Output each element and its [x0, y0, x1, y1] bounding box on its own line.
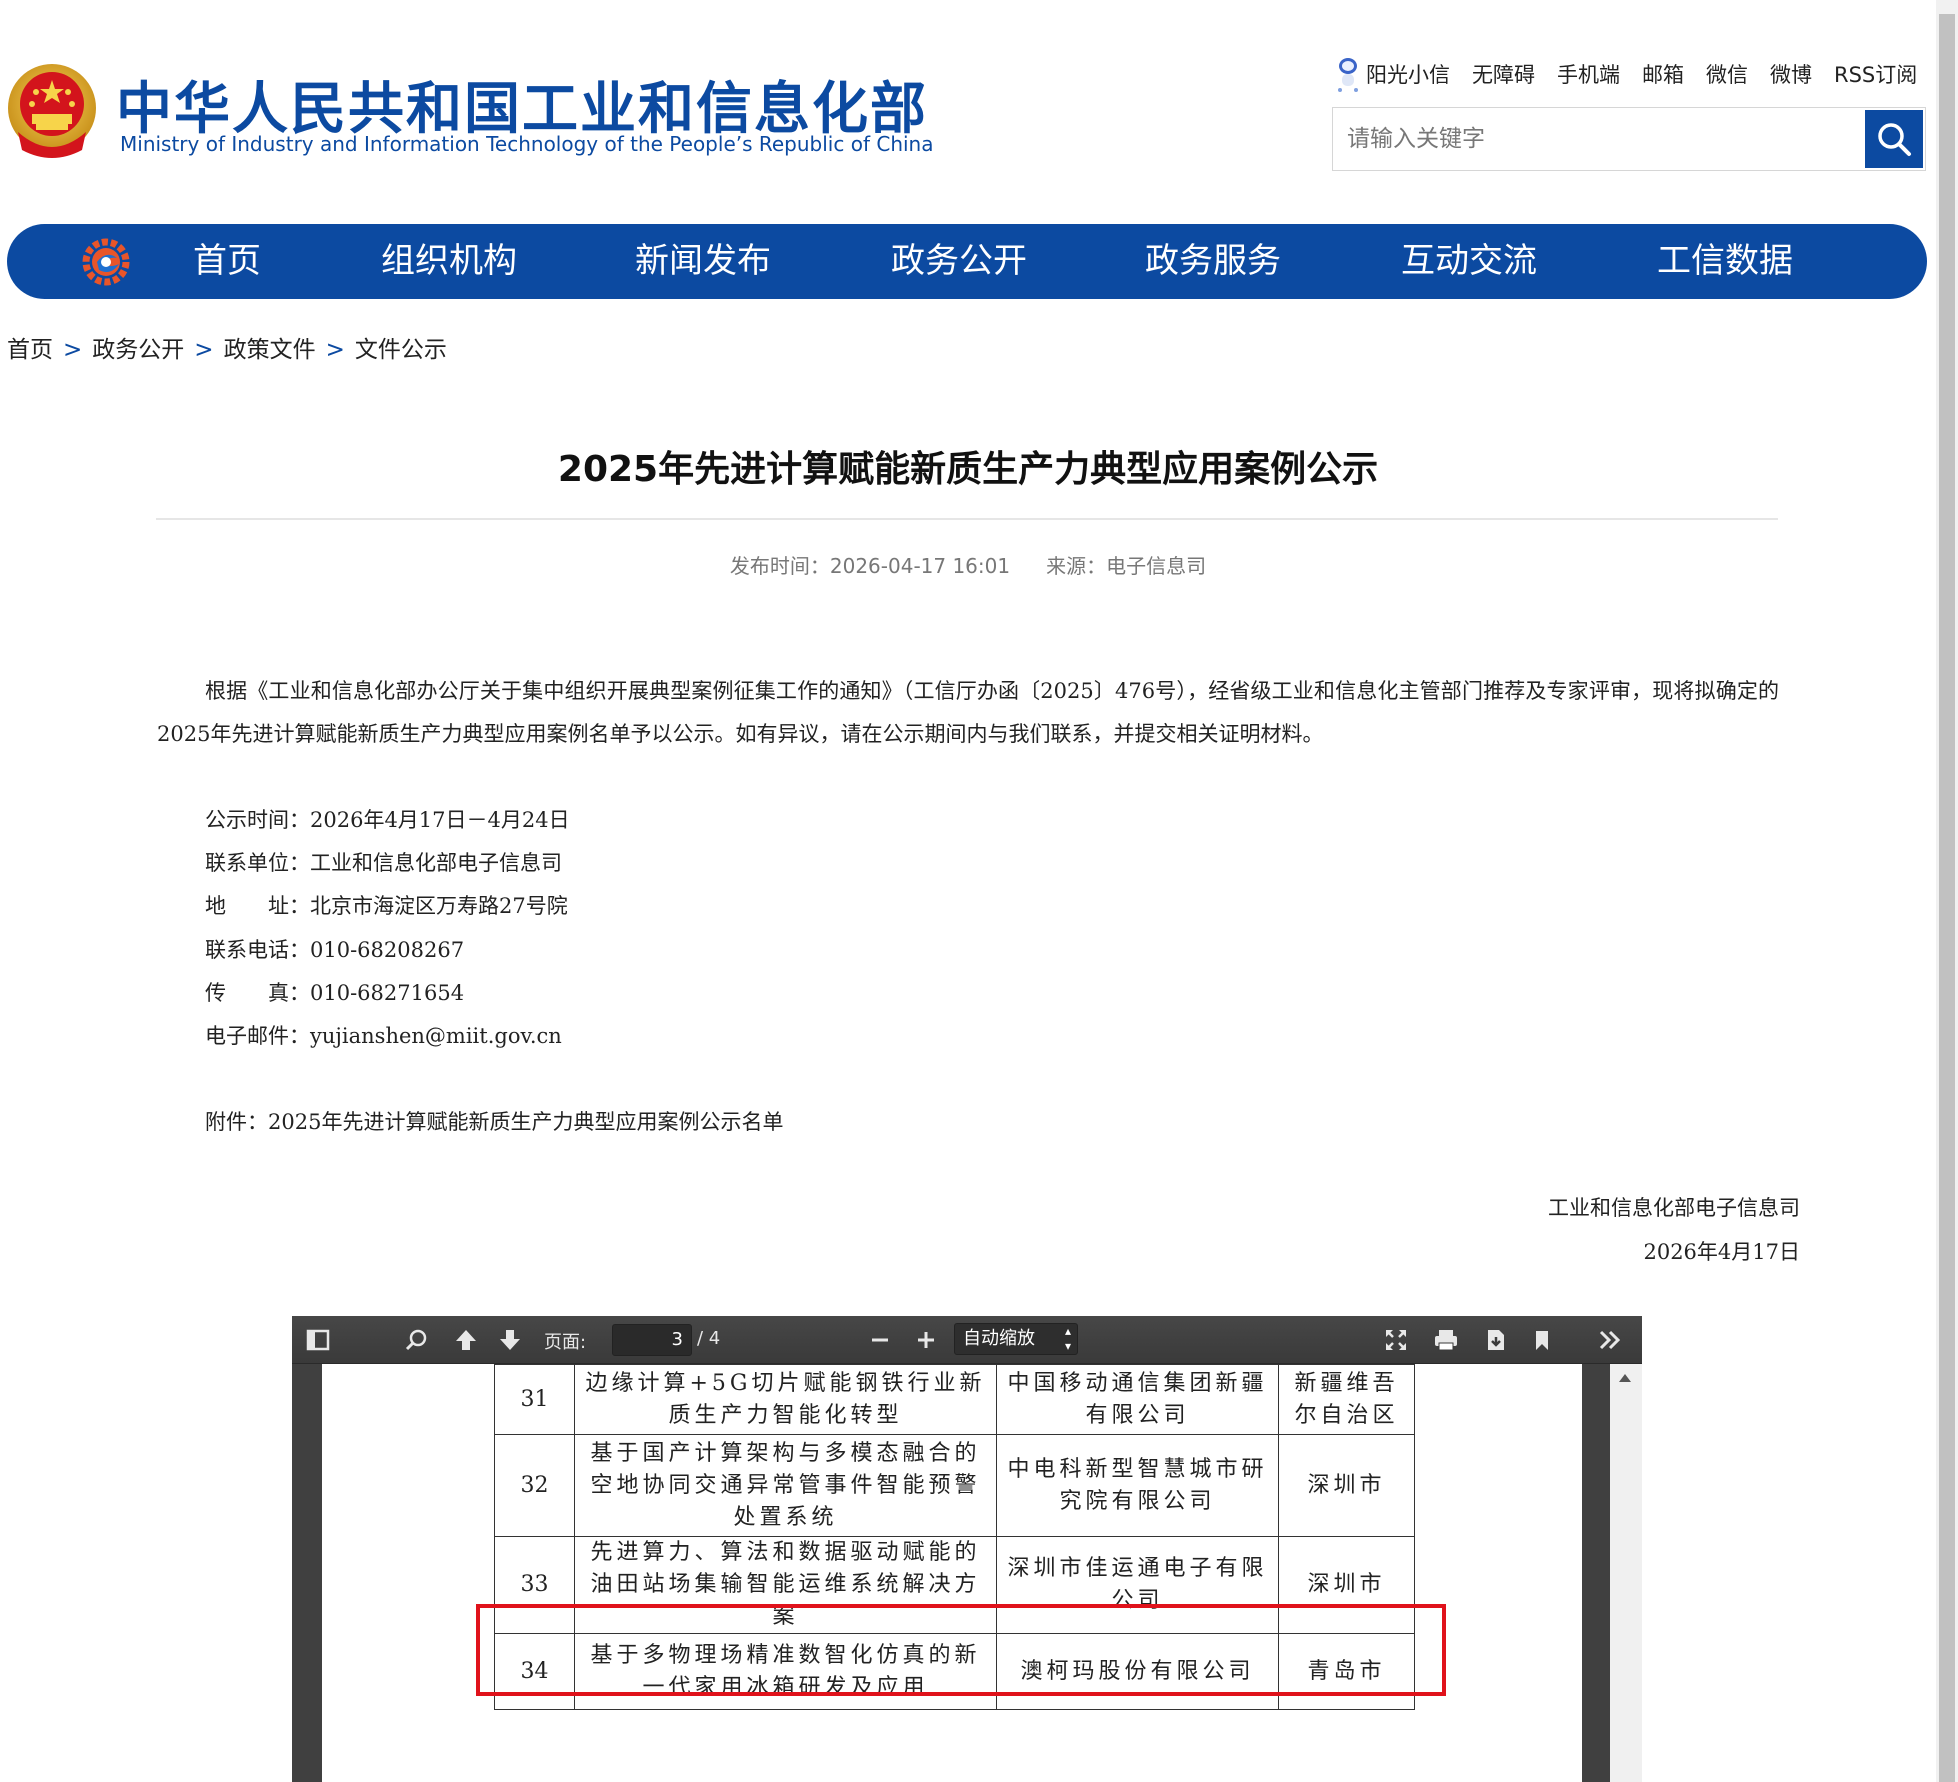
robot-assistant-icon: [1338, 58, 1358, 92]
publish-time: 发布时间：2026-04-17 16:01: [729, 554, 1011, 578]
miit-gear-logo-icon[interactable]: [81, 238, 131, 286]
case-name: 边缘计算+5G切片赋能钢铁行业新质生产力智能化转型: [574, 1364, 997, 1435]
breadcrumb-government-affairs[interactable]: 政务公开: [92, 337, 184, 363]
zoom-value: 自动缩放: [963, 1328, 1035, 1349]
page-scrollbar-thumb[interactable]: [1939, 14, 1955, 1782]
fullscreen-icon[interactable]: [1382, 1326, 1410, 1354]
top-link-weibo[interactable]: 微博: [1770, 56, 1812, 92]
breadcrumb-separator: >: [325, 337, 345, 363]
breadcrumb: 首页 > 政务公开 > 政策文件 > 文件公示: [7, 330, 447, 364]
case-number: 31: [494, 1364, 575, 1435]
notice-period: 公示时间：2026年4月17日－4月24日: [205, 808, 570, 832]
search-icon: [1878, 123, 1911, 156]
zoom-in-icon[interactable]: [912, 1326, 940, 1354]
zoom-select[interactable]: 自动缩放 ▴ ▾: [954, 1323, 1078, 1355]
search-input[interactable]: [1333, 108, 1865, 170]
top-link-rss[interactable]: RSS订阅: [1834, 56, 1917, 92]
red-highlight-box: [476, 1604, 1446, 1696]
attachment-link[interactable]: 附件：2025年先进计算赋能新质生产力典型应用案例公示名单: [205, 1106, 783, 1136]
case-unit: 中电科新型智慧城市研究院有限公司: [996, 1434, 1279, 1537]
nav-item-home[interactable]: 首页: [193, 224, 261, 299]
contact-phone: 联系电话：010-68208267: [205, 938, 465, 962]
top-link-mail[interactable]: 邮箱: [1642, 56, 1684, 92]
top-link-wechat[interactable]: 微信: [1706, 56, 1748, 92]
case-number: 32: [494, 1434, 575, 1537]
page-number-input[interactable]: 3: [612, 1324, 692, 1356]
top-link-label: 阳光小信: [1366, 63, 1450, 87]
top-link-sunshine[interactable]: 阳光小信: [1336, 56, 1450, 92]
pdf-toolbar: 页面: 3 / 4 自动缩放 ▴ ▾: [292, 1316, 1642, 1364]
pdf-page: 31 边缘计算+5G切片赋能钢铁行业新质生产力智能化转型 中国移动通信集团新疆有…: [322, 1364, 1582, 1782]
pdf-viewer: 页面: 3 / 4 自动缩放 ▴ ▾ 31 边缘计算+5G切片赋能钢铁行业新质生…: [292, 1316, 1642, 1782]
breadcrumb-home[interactable]: 首页: [7, 337, 53, 363]
case-name: 基于国产计算架构与多模态融合的空地协同交通异常管事件智能预警处置系统: [574, 1434, 997, 1537]
site-title-en: Ministry of Industry and Information Tec…: [120, 132, 934, 156]
top-link-accessibility[interactable]: 无障碍: [1472, 56, 1535, 92]
contact-unit: 联系单位：工业和信息化部电子信息司: [205, 851, 562, 875]
search-button[interactable]: [1865, 110, 1923, 168]
page-scrollbar[interactable]: [1936, 0, 1958, 1782]
breadcrumb-separator: >: [63, 337, 83, 363]
article-title: 2025年先进计算赋能新质生产力典型应用案例公示: [557, 449, 1379, 490]
more-tools-icon[interactable]: [1596, 1326, 1624, 1354]
select-arrows-icon: ▴ ▾: [1064, 1324, 1071, 1353]
case-region: 新疆维吾尔自治区: [1278, 1364, 1415, 1435]
next-page-icon[interactable]: [496, 1326, 524, 1354]
find-icon[interactable]: [402, 1326, 430, 1354]
scroll-up-arrow-icon[interactable]: [1619, 1374, 1631, 1382]
top-links: 阳光小信 无障碍 手机端 邮箱 微信 微博 RSS订阅: [1336, 56, 1917, 92]
bookmark-icon[interactable]: [1528, 1326, 1556, 1354]
table-row: 31 边缘计算+5G切片赋能钢铁行业新质生产力智能化转型 中国移动通信集团新疆有…: [494, 1364, 1415, 1435]
zoom-out-icon[interactable]: [866, 1326, 894, 1354]
signature-department: 工业和信息化部电子信息司: [1548, 1196, 1800, 1220]
breadcrumb-separator: >: [194, 337, 214, 363]
title-divider: [156, 518, 1778, 520]
main-nav: 首页 组织机构 新闻发布 政务公开 政务服务 互动交流 工信数据: [7, 224, 1927, 299]
article-source: 来源：电子信息司: [1046, 554, 1207, 578]
nav-item-organization[interactable]: 组织机构: [381, 224, 517, 299]
contact-address: 地 址：北京市海淀区万寿路27号院: [205, 894, 568, 918]
table-row: 32 基于国产计算架构与多模态融合的空地协同交通异常管事件智能预警处置系统 中电…: [494, 1434, 1415, 1537]
breadcrumb-policy-files[interactable]: 政策文件: [224, 337, 316, 363]
signature-date: 2026年4月17日: [1643, 1240, 1800, 1264]
nav-item-news[interactable]: 新闻发布: [635, 224, 771, 299]
search-box: [1332, 107, 1926, 171]
national-emblem-logo[interactable]: [6, 62, 98, 162]
article-intro: 根据《工业和信息化部办公厅关于集中组织开展典型案例征集工作的通知》（工信厅办函〔…: [157, 679, 1779, 746]
previous-page-icon[interactable]: [452, 1326, 480, 1354]
case-region: 深圳市: [1278, 1434, 1415, 1537]
site-header: 中华人民共和国工业和信息化部 Ministry of Industry and …: [0, 0, 1936, 220]
nav-item-data[interactable]: 工信数据: [1657, 224, 1793, 299]
sidebar-toggle-icon[interactable]: [304, 1326, 332, 1354]
contact-email[interactable]: 电子邮件：yujianshen@miit.gov.cn: [205, 1020, 562, 1050]
pdf-scrollbar[interactable]: [1610, 1364, 1642, 1782]
print-icon[interactable]: [1432, 1326, 1460, 1354]
breadcrumb-file-notice[interactable]: 文件公示: [355, 337, 447, 363]
nav-item-government-services[interactable]: 政务服务: [1145, 224, 1281, 299]
article-meta: 发布时间：2026-04-17 16:01 来源：电子信息司: [0, 550, 1936, 579]
nav-item-interaction[interactable]: 互动交流: [1401, 224, 1537, 299]
page-label: 页面:: [544, 1332, 587, 1353]
download-icon[interactable]: [1482, 1326, 1510, 1354]
top-link-mobile[interactable]: 手机端: [1557, 56, 1620, 92]
contact-fax: 传 真：010-68271654: [205, 981, 465, 1005]
case-unit: 中国移动通信集团新疆有限公司: [996, 1364, 1279, 1435]
nav-item-government-affairs[interactable]: 政务公开: [891, 224, 1027, 299]
page-total: / 4: [697, 1328, 721, 1349]
